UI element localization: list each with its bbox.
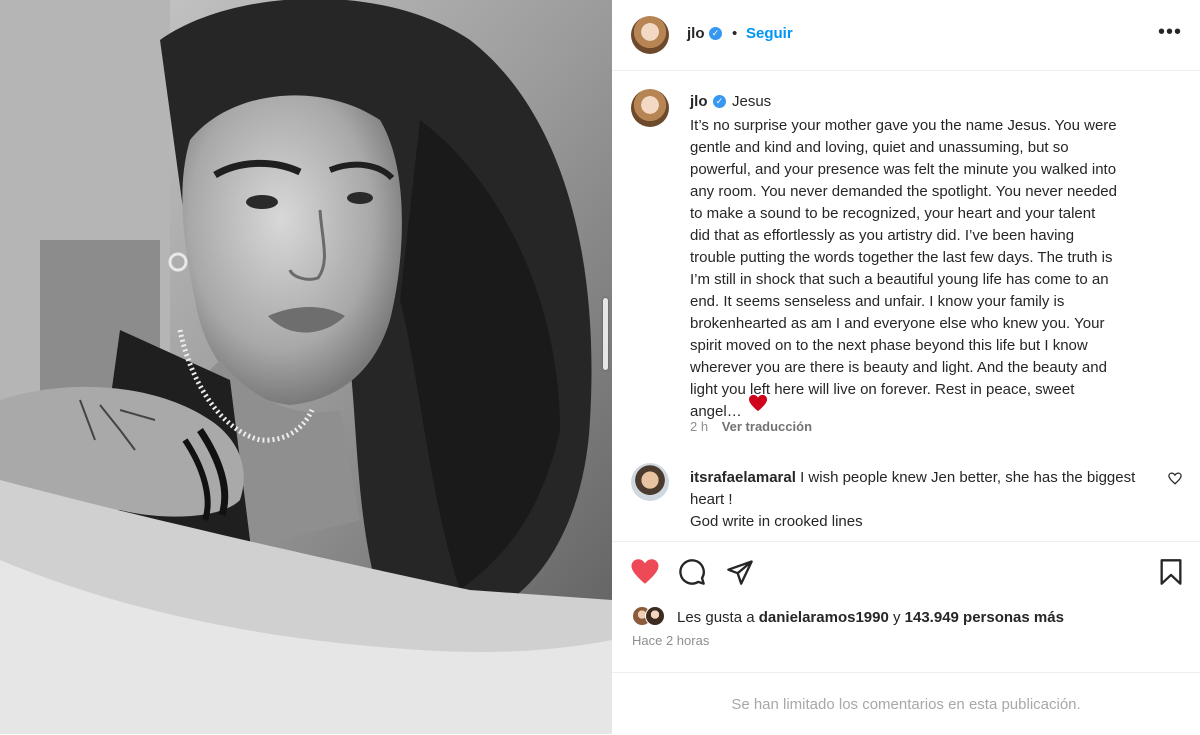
caption-username[interactable]: jlo [690,93,708,110]
photo-scrollbar-thumb[interactable] [603,298,608,370]
caption-meta: 2 h Ver traducción [690,419,822,434]
caption-avatar[interactable] [631,89,669,127]
more-options-icon[interactable]: ••• [1158,22,1182,42]
verified-badge-icon: ✓ [709,27,722,40]
comment-text-line2: God write in crooked lines [690,513,863,530]
caption-body: It’s no surprise your mother gave you th… [690,117,1117,420]
liker-username[interactable]: danielaramos1990 [759,609,889,626]
comment-icon[interactable] [678,558,706,591]
likes-middle: y [888,609,905,626]
caption-time: 2 h [690,419,709,434]
post-actions [612,541,1200,672]
comments-footer: Se han limitado los comentarios en esta … [612,672,1200,735]
post-details-panel: jlo ✓ • Seguir ••• jlo ✓ Jesus It’s no s… [612,0,1200,734]
likes-summary[interactable]: Les gusta a danielaramos1990 y 143.949 p… [677,609,1064,626]
portrait-illustration [0,0,612,734]
liker-avatar [645,606,665,626]
share-icon[interactable] [726,558,754,591]
post-time-ago: Hace 2 horas [632,633,710,648]
commenter-avatar[interactable] [631,463,669,501]
comments-limited-notice: Se han limitado los comentarios en esta … [731,696,1081,713]
comment-like-icon[interactable] [1168,472,1182,490]
likes-count[interactable]: 143.949 personas más [905,609,1064,626]
follow-button[interactable]: Seguir [746,25,793,42]
author-avatar[interactable] [631,16,669,54]
header-separator: • [732,25,738,42]
author-username[interactable]: jlo [687,25,705,42]
bookmark-icon[interactable] [1158,558,1184,591]
likes-prefix: Les gusta a [677,609,759,626]
commenter-username[interactable]: itsrafaelamaral [690,469,796,486]
see-translation-button[interactable]: Ver traducción [722,419,812,434]
heart-filled-icon[interactable] [630,558,660,590]
post-photo[interactable] [0,0,612,734]
comment: itsrafaelamaral I wish people knew Jen b… [690,467,1160,533]
caption-title: Jesus [732,93,772,110]
red-heart-emoji [748,394,768,417]
verified-badge-icon: ✓ [713,95,726,108]
post-header: jlo ✓ • Seguir ••• [612,0,1200,71]
